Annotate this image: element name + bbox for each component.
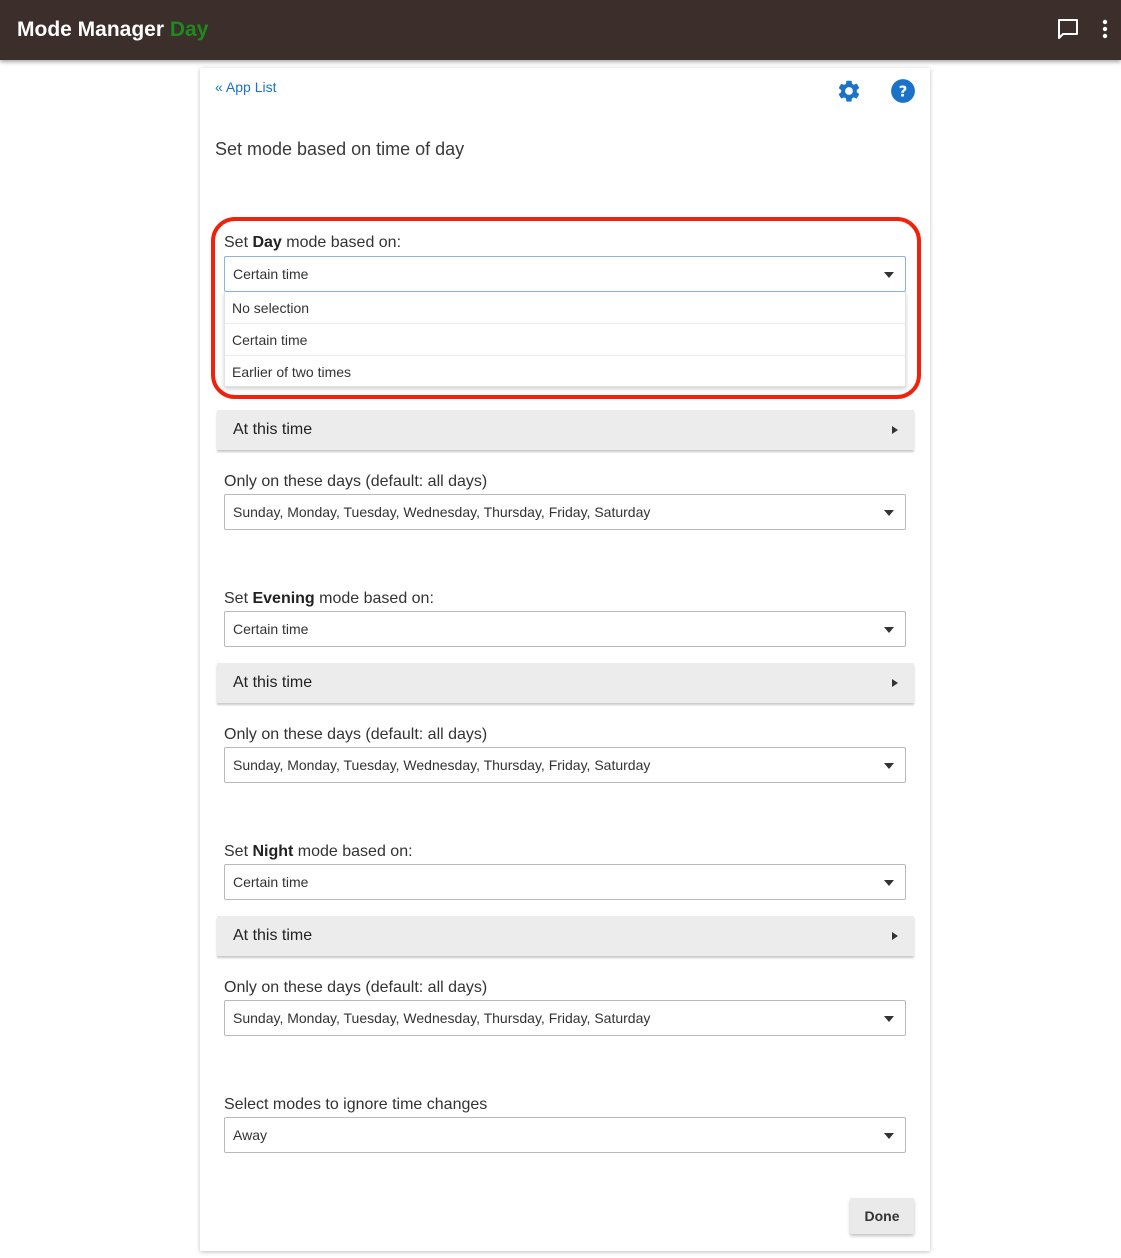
chevron-down-icon [884,1133,894,1139]
current-mode-name: Day [169,18,209,41]
night-days-label: Only on these days (default: all days) [224,979,488,996]
more-vertical-icon[interactable] [1091,15,1119,43]
page-title: Set mode based on time of day [215,139,465,159]
chevron-down-icon [884,272,894,278]
evening-days-select-value: Sunday, Monday, Tuesday, Wednesday, Thur… [233,757,651,773]
evening-mode-label: Set Evening mode based on: [224,590,434,608]
day-mode-label: Set Day mode based on: [224,234,401,252]
night-mode-label: Set Night mode based on: [224,843,413,861]
chevron-right-icon [892,679,898,687]
done-button[interactable]: Done [850,1198,914,1234]
chevron-down-icon [884,510,894,516]
app-name: Mode Manager [17,18,165,41]
night-days-select[interactable]: Sunday, Monday, Tuesday, Wednesday, Thur… [224,1000,906,1036]
day-mode-select[interactable]: Certain time [224,256,906,292]
night-label-mode: Night [252,843,294,860]
night-at-this-time-label: At this time [233,927,313,944]
chevron-down-icon [884,1016,894,1022]
day-label-prefix: Set [224,234,253,251]
day-label-mode: Day [252,234,282,251]
evening-label-mode: Evening [252,590,315,607]
ignore-modes-select-value: Away [233,1127,267,1143]
day-at-this-time-label: At this time [233,421,313,438]
evening-days-select[interactable]: Sunday, Monday, Tuesday, Wednesday, Thur… [224,747,906,783]
night-label-prefix: Set [224,843,253,860]
chevron-down-icon [884,763,894,769]
dropdown-option-earlier-of-two-times[interactable]: Earlier of two times [225,356,905,388]
chat-bubble-icon[interactable] [1054,15,1082,43]
night-days-select-value: Sunday, Monday, Tuesday, Wednesday, Thur… [233,1010,651,1026]
settings-card: « App List ? Set mode based on time of d… [200,68,930,1251]
chevron-down-icon [884,627,894,633]
evening-at-this-time-section[interactable]: At this time [217,663,914,703]
evening-label-suffix: mode based on: [314,590,434,607]
day-days-label: Only on these days (default: all days) [224,473,488,490]
chevron-right-icon [892,932,898,940]
night-at-this-time-section[interactable]: At this time [217,916,914,956]
night-mode-select-value: Certain time [233,874,309,890]
evening-at-this-time-label: At this time [233,674,313,691]
gear-icon[interactable] [836,78,862,104]
night-mode-select[interactable]: Certain time [224,864,906,900]
day-mode-select-value: Certain time [233,266,309,282]
day-days-select-value: Sunday, Monday, Tuesday, Wednesday, Thur… [233,504,651,520]
dropdown-option-no-selection[interactable]: No selection [225,292,905,324]
help-circle-icon[interactable]: ? [890,78,916,104]
top-app-bar: Mode Manager Day [0,0,1121,60]
day-label-suffix: mode based on: [281,234,402,251]
chevron-right-icon [892,426,898,434]
evening-days-label: Only on these days (default: all days) [224,726,488,743]
svg-text:?: ? [899,82,908,100]
day-days-select[interactable]: Sunday, Monday, Tuesday, Wednesday, Thur… [224,494,906,530]
back-to-app-list-link[interactable]: « App List [215,79,277,95]
dropdown-option-certain-time[interactable]: Certain time [225,324,905,356]
ignore-modes-label: Select modes to ignore time changes [224,1096,488,1113]
ignore-modes-select[interactable]: Away [224,1117,906,1153]
chevron-down-icon [884,880,894,886]
evening-label-prefix: Set [224,590,253,607]
evening-mode-select-value: Certain time [233,621,309,637]
evening-mode-select[interactable]: Certain time [224,611,906,647]
day-at-this-time-section[interactable]: At this time [217,410,914,450]
night-label-suffix: mode based on: [293,843,413,860]
day-mode-dropdown-menu: No selection Certain time Earlier of two… [224,292,906,387]
app-title: Mode Manager Day [17,18,208,42]
